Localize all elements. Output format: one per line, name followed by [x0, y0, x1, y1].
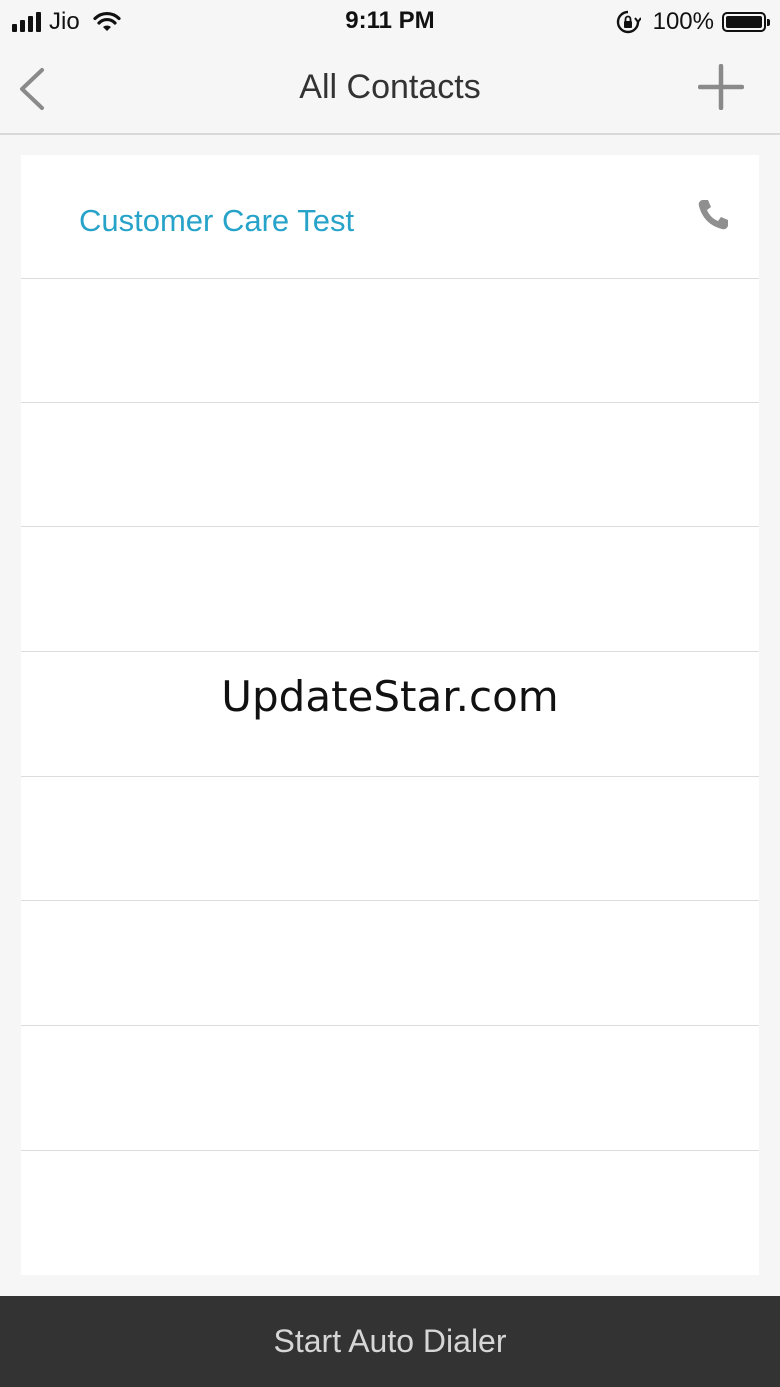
contact-row[interactable]: [21, 777, 759, 901]
page-title: All Contacts: [299, 68, 481, 106]
start-auto-dialer-button[interactable]: Start Auto Dialer: [0, 1296, 780, 1387]
contact-row[interactable]: [21, 403, 759, 527]
plus-icon[interactable]: [698, 64, 744, 110]
contact-name: Customer Care Test: [79, 203, 355, 238]
watermark: UpdateStar.com: [221, 672, 559, 721]
battery-icon: [722, 12, 770, 32]
battery-percent: 100%: [652, 8, 714, 35]
contact-row[interactable]: [21, 1027, 759, 1151]
navigation-bar: All Contacts: [0, 44, 780, 135]
contact-row[interactable]: [21, 279, 759, 403]
orientation-lock-icon: [616, 10, 641, 34]
phone-icon[interactable]: [695, 197, 731, 233]
contact-row[interactable]: [21, 528, 759, 652]
status-bar: Jio 9:11 PM 100%: [0, 0, 780, 44]
start-auto-dialer-label: Start Auto Dialer: [273, 1323, 507, 1359]
status-right: 100%: [615, 7, 770, 37]
contact-row[interactable]: Customer Care Test: [21, 155, 759, 279]
contact-row[interactable]: [21, 1151, 759, 1275]
battery-fill: [726, 16, 762, 28]
contact-row[interactable]: [21, 902, 759, 1026]
